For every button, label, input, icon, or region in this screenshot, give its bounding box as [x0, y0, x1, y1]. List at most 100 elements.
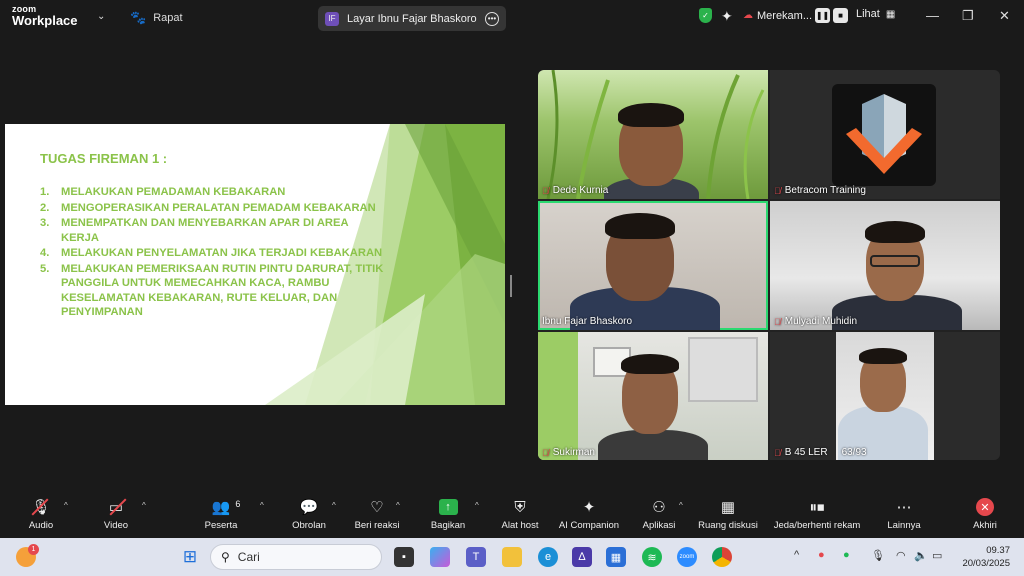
record-tray-icon[interactable]: ●: [818, 549, 825, 561]
slide-title: TUGAS FIREMAN 1 :: [40, 151, 168, 166]
spotify-tray-icon[interactable]: ●: [843, 549, 850, 561]
more-button[interactable]: ⋯ Lainnya: [861, 497, 947, 531]
video-tile-sukirman[interactable]: 🎙̸ Sukirman: [538, 332, 768, 460]
mic-muted-icon: 🎙̸: [774, 316, 781, 327]
participant-name-tag: 🎙̸ Mulyadi Muhidin: [774, 316, 858, 327]
paw-icon: 🐾: [130, 10, 147, 25]
audio-options-chevron-icon[interactable]: ^: [64, 501, 68, 510]
recording-status[interactable]: ☁ Merekam... ❚❚ ■: [743, 8, 849, 23]
share-label: Layar Ibnu Fajar Bhaskoro: [347, 12, 477, 25]
end-call-icon: ✕: [976, 497, 994, 517]
participants-icon: 👥 6: [211, 499, 241, 516]
list-item: 2. MENGOPERASIKAN PERALATAN PEMADAM KEBAK…: [40, 201, 376, 214]
video-tile-dede-kurnia[interactable]: 🎙̸ Dede Kurnia: [538, 70, 768, 199]
panel-resize-handle[interactable]: [510, 275, 512, 297]
mic-tray-icon[interactable]: 🎙: [871, 549, 885, 562]
participant-name-tag: 🎙̸ Sukirman: [542, 447, 595, 458]
logo-line2: Workplace: [12, 13, 78, 28]
minimize-icon[interactable]: —: [926, 8, 939, 23]
copilot-icon[interactable]: [430, 547, 450, 567]
betracom-logo: [832, 84, 936, 186]
zoom-logo[interactable]: zoom Workplace: [12, 5, 78, 28]
grid-view-icon: ▦: [885, 8, 896, 20]
task-list: 1. MELAKUKAN PEMADAMAN KEBAKARAN 2. MENGOP…: [40, 185, 385, 321]
more-options-icon[interactable]: •••: [485, 11, 499, 26]
chevron-down-icon[interactable]: ⌄: [97, 11, 105, 22]
chevron-up-icon[interactable]: ^: [794, 549, 799, 561]
list-item: 3. MENEMPATKAN DAN MENYEBARKAN APAR DI AR…: [40, 217, 349, 244]
windows-start-icon[interactable]: ⊞: [180, 547, 200, 567]
share-screen-icon: ↑: [438, 497, 458, 517]
zoom-app-icon[interactable]: zoom: [677, 547, 697, 567]
system-clock[interactable]: 09.37 20/03/2025: [962, 544, 1010, 570]
ai-sparkle-icon[interactable]: ✦: [721, 8, 733, 25]
search-placeholder: Cari: [237, 550, 260, 564]
recording-label: Merekam...: [757, 9, 813, 22]
sparkle-icon: ✦: [582, 499, 596, 516]
meeting-menu[interactable]: 🐾 Rapat: [130, 10, 183, 26]
participant-name-tag: Ibnu Fajar Bhaskoro: [542, 316, 633, 327]
teams-icon[interactable]: T: [466, 547, 486, 567]
close-icon[interactable]: ✕: [999, 8, 1010, 24]
video-off-icon: ▭: [109, 497, 127, 517]
cabinet: [688, 337, 758, 402]
participants-chevron-icon[interactable]: ^: [260, 501, 264, 510]
shield-icon: ✓: [699, 8, 712, 23]
list-item: 5. MELAKUKAN PEMERIKSAAN RUTIN PINTU DARU…: [40, 262, 384, 319]
title-bar: zoom Workplace ⌄ 🐾 Rapat IF Layar Ibnu F…: [0, 0, 1024, 36]
video-tile-betracom-training[interactable]: 🎙̸ Betracom Training: [770, 70, 1000, 199]
mic-muted-icon: 🎙̸: [542, 185, 549, 196]
heart-icon: ♡: [370, 499, 384, 516]
pause-stop-icon: ⏸⏹: [809, 498, 825, 516]
stop-icon[interactable]: ■: [833, 8, 849, 23]
share-indicator[interactable]: IF Layar Ibnu Fajar Bhaskoro •••: [318, 6, 506, 31]
windows-taskbar: 1 ⊞ ⚲ Cari ▪ T e ∆ ▦ ≋ zoom ^ ● ● 🎙 ◠ 🔈 …: [0, 538, 1024, 576]
shield-icon: ⛨: [514, 498, 526, 516]
file-explorer-icon[interactable]: [502, 547, 522, 567]
apps-chevron-icon[interactable]: ^: [679, 501, 683, 510]
video-tile-mulyadi-muhidin[interactable]: 🎙̸ Mulyadi Muhidin: [770, 201, 1000, 330]
video-button[interactable]: ▭ Video: [73, 497, 159, 531]
app-icon[interactable]: ∆: [572, 547, 592, 567]
apps-icon: ⚇: [652, 499, 666, 516]
pause-icon[interactable]: ❚❚: [815, 8, 831, 23]
mic-muted-icon: 🎙̸: [774, 185, 781, 196]
pause-record-button[interactable]: ⏸⏹ Jeda/berhenti rekam: [774, 497, 861, 532]
video-tile-ibnu-fajar-bhaskoro[interactable]: Ibnu Fajar Bhaskoro: [538, 201, 768, 330]
breakout-grid-icon: ▦: [720, 499, 736, 516]
store-icon[interactable]: ▦: [606, 547, 626, 567]
shared-screen-slide: TUGAS FIREMAN 1 : 1. MELAKUKAN PEMADAMAN …: [5, 124, 505, 405]
chat-icon: 💬: [299, 499, 319, 516]
video-tile-b45-ler[interactable]: 🎙̸ B 45 LER 63/93: [770, 332, 1000, 460]
clock-time: 09.37: [986, 545, 1010, 556]
task-view-icon[interactable]: ▪: [394, 547, 414, 567]
participant-name-tag: 🎙̸ B 45 LER 63/93: [774, 447, 867, 458]
restore-icon[interactable]: ❐: [962, 8, 974, 24]
audio-button[interactable]: 🎙 Audio: [0, 497, 84, 531]
video-options-chevron-icon[interactable]: ^: [142, 501, 146, 510]
search-icon: ⚲: [221, 550, 230, 564]
taskbar-search[interactable]: ⚲ Cari: [210, 544, 382, 570]
breakout-rooms-button[interactable]: ▦ Ruang diskusi: [685, 497, 771, 531]
mic-muted-icon: 🎙: [31, 498, 51, 516]
more-icon: ⋯: [896, 499, 912, 516]
end-button[interactable]: ✕ Akhiri: [942, 497, 1024, 531]
security-shield[interactable]: ✓: [699, 8, 712, 23]
list-item: 4. MELAKUKAN PENYELAMATAN JIKA TERJADI KE…: [40, 247, 383, 259]
chrome-icon[interactable]: [712, 547, 732, 567]
green-banner: [538, 332, 578, 460]
battery-icon[interactable]: ▭: [932, 549, 942, 562]
zoom-window: zoom Workplace ⌄ 🐾 Rapat IF Layar Ibnu F…: [0, 0, 1024, 576]
volume-icon[interactable]: 🔈: [914, 549, 928, 562]
view-label: Lihat: [856, 8, 880, 20]
edge-icon[interactable]: e: [538, 547, 558, 567]
participants-button[interactable]: 👥 6 Peserta: [178, 497, 264, 531]
meeting-label: Rapat: [153, 12, 183, 24]
reactions-chevron-icon[interactable]: ^: [396, 501, 400, 510]
mic-muted-icon: 🎙̸: [774, 447, 781, 458]
wifi-icon[interactable]: ◠: [896, 549, 906, 562]
portrait-video: [836, 332, 934, 460]
view-button[interactable]: Lihat ▦: [856, 8, 895, 20]
cloud-record-icon: ☁: [743, 10, 753, 21]
spotify-icon[interactable]: ≋: [642, 547, 662, 567]
